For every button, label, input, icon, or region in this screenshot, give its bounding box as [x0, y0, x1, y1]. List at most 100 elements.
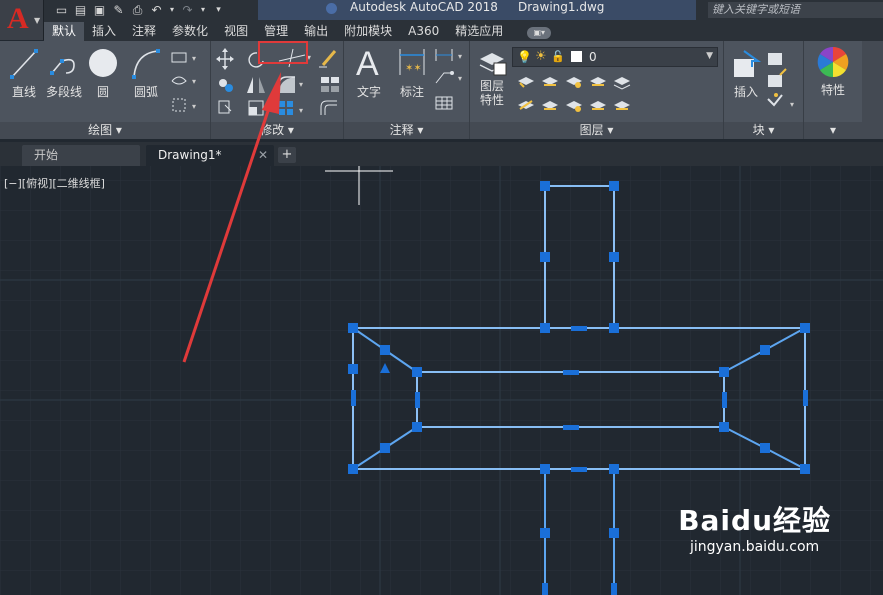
circle-label: 圆 — [96, 85, 109, 99]
svg-text:▾: ▾ — [790, 100, 794, 109]
offset-icon[interactable] — [320, 100, 337, 115]
ribbon: 直线 多段线 圆 圆弧 ▾ ▾ ▾ 绘图 ▾ ▾ ▾ ▾ 修改 ▾ A 文字 ✶… — [0, 41, 883, 139]
layer-properties-button[interactable]: 图层 特性 — [474, 45, 510, 107]
layer-dropdown[interactable]: 💡 ☀ 🔓 0 ▼ — [512, 47, 718, 67]
block-panel-title[interactable]: 块 ▾ — [724, 122, 803, 139]
polyline-label: 多段线 — [45, 85, 82, 99]
print-icon[interactable]: ⎙ — [130, 3, 145, 17]
scale-icon[interactable] — [248, 100, 264, 116]
arc-button[interactable]: 圆弧 — [126, 47, 166, 100]
table-icon[interactable] — [435, 96, 453, 110]
watermark-main: Baidu经验 — [678, 504, 831, 537]
ribbon-minimize-button[interactable]: ▣▾ — [519, 22, 559, 41]
layer-tool-icons[interactable] — [518, 77, 631, 112]
polyline-button[interactable]: 多段线 — [44, 47, 84, 100]
insert-block-button[interactable]: 插入 — [728, 49, 764, 100]
svg-text:▾: ▾ — [299, 106, 303, 115]
tab-default[interactable]: 默认 — [44, 22, 85, 41]
layer-unlock-icon: 🔓 — [551, 50, 565, 63]
line-icon — [10, 49, 38, 79]
svg-text:▾: ▾ — [299, 80, 303, 89]
search-input[interactable]: 键入关键字或短语 — [708, 2, 883, 18]
save-icon[interactable]: ▣ — [92, 3, 107, 17]
block-small-tools: ▾ — [767, 53, 794, 109]
tab-a360[interactable]: A360 — [400, 22, 447, 41]
tab-output[interactable]: 输出 — [296, 22, 336, 41]
block-attributes-icon[interactable] — [767, 93, 783, 107]
boundary-icon[interactable] — [172, 98, 186, 112]
tab-insert[interactable]: 插入 — [84, 22, 124, 41]
create-block-icon[interactable] — [768, 53, 782, 65]
rectangle-icon[interactable] — [171, 52, 187, 63]
move-icon[interactable] — [216, 48, 234, 70]
draw-panel-title[interactable]: 绘图 ▾ — [0, 122, 210, 139]
hatch-icon[interactable] — [171, 76, 187, 85]
new-tab-button[interactable]: + — [278, 147, 296, 163]
mirror-icon[interactable] — [247, 77, 265, 93]
rotate-icon[interactable] — [248, 52, 264, 68]
customize-toolbar-icon[interactable]: ▾ — [211, 3, 226, 17]
text-a-icon: A — [356, 45, 379, 81]
copy-icon[interactable] — [219, 79, 233, 92]
application-menu-button[interactable]: A ▼ — [0, 0, 44, 40]
tab-addins[interactable]: 附加模块 — [336, 22, 400, 41]
polyline-icon — [50, 58, 75, 75]
chevron-down-icon: ▼ — [706, 51, 713, 61]
dimension-button[interactable]: ✶✶ 标注 — [394, 45, 430, 100]
new-file-icon[interactable]: ▭ — [54, 3, 69, 17]
layers-panel-title[interactable]: 图层 ▾ — [470, 122, 723, 139]
linear-dimension-icon[interactable] — [435, 49, 453, 61]
window-title: Autodesk AutoCAD 2018 Drawing1.dwg — [258, 0, 696, 20]
redo-dropdown-icon[interactable]: ▾ — [199, 3, 207, 17]
open-folder-icon[interactable]: ▤ — [73, 3, 88, 17]
undo-icon[interactable]: ↶ — [149, 3, 164, 17]
tab-manage[interactable]: 管理 — [256, 22, 296, 41]
trim-icon[interactable] — [278, 48, 306, 68]
edit-block-icon[interactable] — [768, 68, 787, 87]
properties-button[interactable]: 特性 — [812, 45, 854, 98]
text-button[interactable]: A 文字 — [352, 43, 386, 100]
watermark: Baidu经验 jingyan.baidu.com — [678, 499, 831, 555]
properties-panel-title[interactable]: ▾ — [804, 122, 862, 139]
svg-text:▾: ▾ — [192, 54, 196, 63]
annotation-panel-title[interactable]: 注释 ▾ — [344, 122, 469, 139]
app-title: Autodesk AutoCAD 2018 — [350, 0, 498, 14]
app-sync-icon — [326, 3, 337, 14]
undo-dropdown-icon[interactable]: ▾ — [168, 3, 176, 17]
svg-text:▾: ▾ — [458, 74, 462, 83]
svg-text:▾: ▾ — [307, 53, 311, 62]
tab-view[interactable]: 视图 — [216, 22, 256, 41]
array-rect-icon[interactable] — [279, 101, 293, 115]
fillet-icon[interactable] — [278, 76, 295, 93]
circle-button[interactable]: 圆 — [86, 47, 120, 100]
insert-block-icon — [734, 50, 762, 77]
array-icon[interactable] — [321, 77, 339, 92]
dimension-icon: ✶✶ — [399, 49, 425, 75]
properties-label: 特性 — [820, 83, 845, 97]
leader-icon[interactable] — [435, 71, 454, 84]
modify-panel-title[interactable]: 修改 ▾ — [211, 122, 343, 139]
tab-featured-apps[interactable]: 精选应用 — [447, 22, 511, 41]
save-as-icon[interactable]: ✎ — [111, 3, 126, 17]
close-icon[interactable]: ✕ — [258, 145, 268, 166]
drawing-tab[interactable]: Drawing1* ✕ — [146, 145, 274, 166]
arc-label: 圆弧 — [133, 85, 158, 99]
stretch-icon[interactable] — [218, 100, 232, 114]
redo-icon[interactable]: ↷ — [180, 3, 195, 17]
layer-properties-label-line2: 特性 — [479, 93, 504, 107]
watermark-sub: jingyan.baidu.com — [689, 539, 820, 555]
erase-icon[interactable] — [319, 50, 337, 68]
modify-panel: ▾ ▾ ▾ 修改 ▾ — [211, 41, 344, 139]
current-layer-name: 0 — [589, 50, 597, 64]
annotation-panel: A 文字 ✶✶ 标注 ▾ ▾ 注释 ▾ — [344, 41, 470, 139]
layer-color-swatch — [571, 51, 582, 62]
svg-text:✶✶: ✶✶ — [405, 63, 422, 74]
tab-parametric[interactable]: 参数化 — [164, 22, 216, 41]
tab-annotate[interactable]: 注释 — [124, 22, 164, 41]
insert-label: 插入 — [733, 85, 758, 99]
viewport-controls[interactable]: [−][俯视][二维线框] — [4, 175, 105, 191]
start-tab[interactable]: 开始 — [22, 145, 140, 166]
line-button[interactable]: 直线 — [6, 47, 42, 100]
arc-icon — [132, 49, 160, 79]
layer-on-icon: 💡 — [517, 50, 532, 64]
